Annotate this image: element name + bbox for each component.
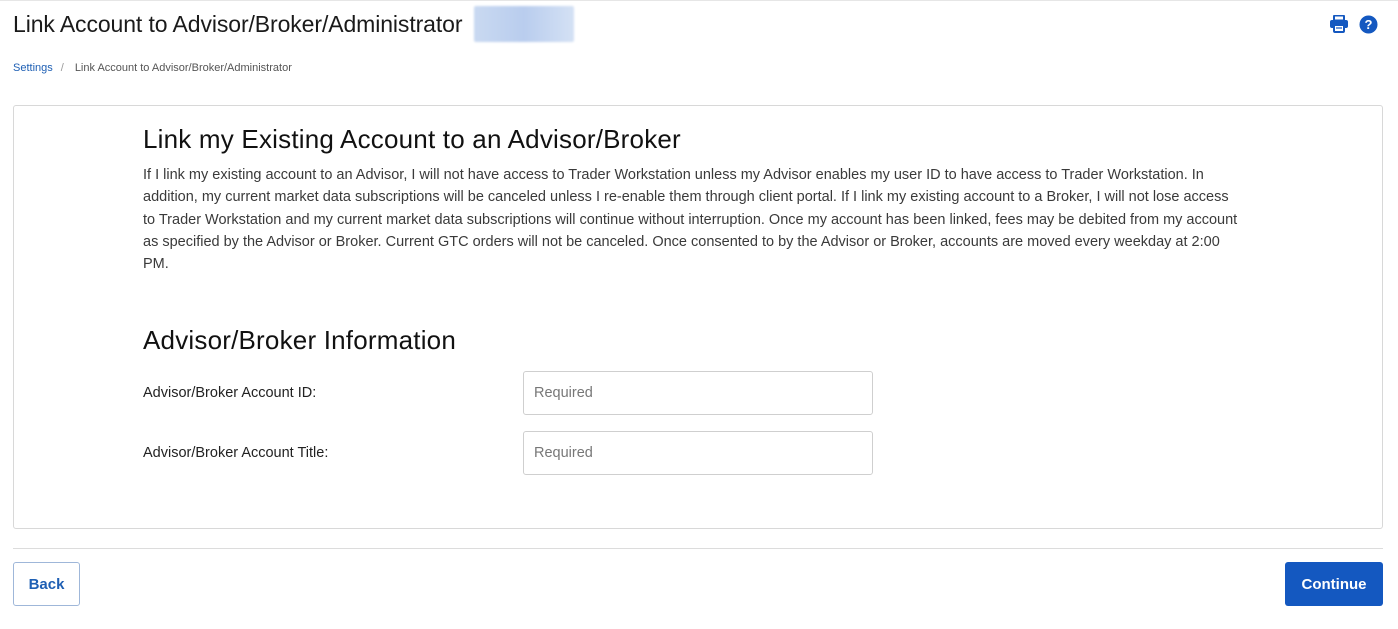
help-icon[interactable]: ? — [1358, 14, 1378, 34]
account-title-input[interactable] — [523, 431, 873, 475]
link-account-description: If I link my existing account to an Advi… — [143, 167, 1238, 273]
svg-text:?: ? — [1364, 17, 1372, 32]
section-title-link-account: Link my Existing Account to an Advisor/B… — [143, 124, 681, 154]
breadcrumb: Settings / Link Account to Advisor/Broke… — [13, 62, 292, 74]
page-title: Link Account to Advisor/Broker/Administr… — [13, 10, 463, 37]
breadcrumb-current: Link Account to Advisor/Broker/Administr… — [74, 62, 292, 74]
breadcrumb-settings-link[interactable]: Settings — [13, 62, 53, 74]
header-actions: ? — [1329, 14, 1378, 34]
redacted-account-id — [474, 6, 575, 42]
account-title-row: Advisor/Broker Account Title: — [143, 431, 873, 475]
section-title-advisor-info: Advisor/Broker Information — [143, 325, 456, 355]
footer-divider — [13, 548, 1383, 549]
account-id-label: Advisor/Broker Account ID: — [143, 385, 317, 401]
breadcrumb-separator: / — [60, 62, 64, 74]
continue-button[interactable]: Continue — [1285, 562, 1383, 606]
account-title-label: Advisor/Broker Account Title: — [143, 445, 329, 461]
account-id-input[interactable] — [523, 371, 873, 415]
top-border — [0, 0, 1398, 1]
link-account-card: Link my Existing Account to an Advisor/B… — [13, 105, 1383, 529]
card-content: Link my Existing Account to an Advisor/B… — [143, 123, 1243, 475]
back-button[interactable]: Back — [13, 562, 80, 606]
page-header: Link Account to Advisor/Broker/Administr… — [13, 6, 575, 42]
account-id-row: Advisor/Broker Account ID: — [143, 371, 873, 415]
print-icon[interactable] — [1329, 14, 1349, 34]
